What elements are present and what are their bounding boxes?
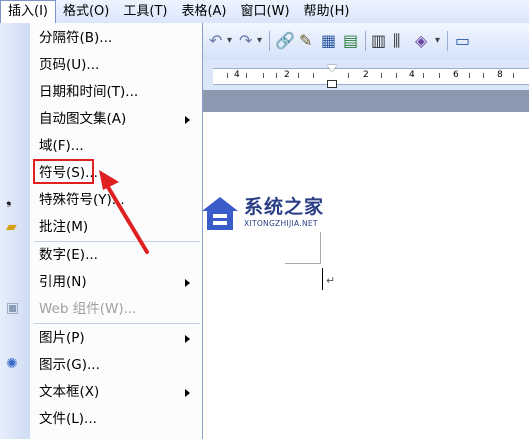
menu-help[interactable]: 帮助(H) bbox=[297, 1, 357, 22]
submenu-arrow-icon bbox=[185, 116, 190, 124]
menu-item-file[interactable]: 文件(L)... bbox=[30, 406, 202, 433]
read-mode-icon[interactable]: ▭ bbox=[455, 30, 470, 52]
menu-table[interactable]: 表格(A) bbox=[174, 1, 233, 22]
menu-item-label: 数字(E)... bbox=[39, 247, 98, 263]
submenu-arrow-icon bbox=[185, 389, 190, 397]
menu-item-label: 图示(G)... bbox=[39, 357, 100, 373]
menu-item-label: 文本框(X) bbox=[39, 384, 100, 400]
menu-item-label: Web 组件(W)... bbox=[39, 301, 137, 317]
first-line-indent-marker[interactable] bbox=[327, 65, 337, 72]
insert-table-icon[interactable]: ▦ bbox=[321, 30, 336, 52]
menu-icon-strip: ❟ ▰ ▣ ✺ bbox=[0, 23, 30, 439]
toolbar-separator bbox=[447, 31, 448, 51]
menu-item-web-component: Web 组件(W)... bbox=[30, 296, 202, 323]
insert-excel-icon[interactable]: ▤ bbox=[343, 30, 358, 52]
menu-item-page-numbers[interactable]: 页码(U)... bbox=[30, 52, 202, 79]
menu-item-label: 日期和时间(T)... bbox=[39, 84, 139, 100]
ruler-label: 4 bbox=[234, 70, 240, 80]
diagram-icon: ✺ bbox=[6, 356, 18, 372]
ruler-tick bbox=[483, 73, 484, 78]
redo-dropdown-icon[interactable]: ▾ bbox=[257, 30, 262, 52]
paragraph-mark: ↵ bbox=[326, 274, 336, 287]
ruler-label: 6 bbox=[453, 70, 459, 80]
menu-item-date-time[interactable]: 日期和时间(T)... bbox=[30, 79, 202, 106]
ruler-tick bbox=[263, 73, 264, 78]
undo-icon[interactable]: ↶ bbox=[209, 30, 222, 52]
menu-bar: 插入(I) 格式(O) 工具(T) 表格(A) 窗口(W) 帮助(H) bbox=[0, 0, 529, 24]
tables-borders-icon[interactable]: ✎ bbox=[299, 30, 312, 52]
menu-item-reference[interactable]: 引用(N) bbox=[30, 269, 202, 296]
web-component-icon: ▣ bbox=[6, 300, 20, 316]
ruler-tick bbox=[396, 73, 397, 78]
menu-separator bbox=[34, 323, 200, 324]
standard-toolbar: ↶ ▾ ↷ ▾ 🔗 ✎ ▦ ▤ ▥ ⫼ ◈ ▾ ▭ bbox=[203, 23, 529, 61]
ruler-tick bbox=[276, 73, 277, 78]
undo-dropdown-icon[interactable]: ▾ bbox=[227, 30, 232, 52]
menu-item-field[interactable]: 域(F)... bbox=[30, 133, 202, 160]
red-arrow-icon bbox=[99, 170, 149, 254]
document-map-icon[interactable]: ◈ bbox=[415, 30, 427, 52]
menu-item-label: 域(F)... bbox=[39, 138, 84, 154]
menu-item-label: 图片(P) bbox=[39, 330, 85, 346]
watermark-subtitle: XITONGZHIJIA.NET bbox=[244, 219, 318, 228]
document-page[interactable] bbox=[203, 112, 529, 439]
document-background bbox=[203, 90, 529, 112]
menu-item-label: 引用(N) bbox=[39, 274, 87, 290]
ruler-tick bbox=[513, 73, 514, 78]
menu-item-label: 符号(S)... bbox=[39, 165, 98, 181]
submenu-arrow-icon bbox=[185, 279, 190, 287]
menu-item-text-box[interactable]: 文本框(X) bbox=[30, 379, 202, 406]
ruler-tick bbox=[298, 73, 299, 78]
ruler-label: 2 bbox=[284, 70, 290, 80]
menu-insert[interactable]: 插入(I) bbox=[0, 0, 56, 23]
menu-tools[interactable]: 工具(T) bbox=[116, 1, 174, 22]
house-logo-icon bbox=[202, 197, 238, 230]
toolbar-separator bbox=[269, 31, 270, 51]
horizontal-ruler[interactable]: 4 2 2 4 6 8 bbox=[213, 65, 529, 88]
menu-window[interactable]: 窗口(W) bbox=[234, 1, 297, 22]
ruler-bar: 4 2 2 4 6 8 bbox=[203, 60, 529, 90]
ruler-tick bbox=[246, 73, 247, 78]
margin-corner-mark bbox=[285, 263, 321, 264]
ruler-tick bbox=[348, 73, 349, 78]
toolbar-options-icon[interactable]: ▾ bbox=[435, 30, 440, 52]
comment-icon: ▰ bbox=[6, 219, 17, 235]
submenu-arrow-icon bbox=[185, 335, 190, 343]
ruler-tick bbox=[469, 73, 470, 78]
watermark-logo: 系统之家 XITONGZHIJIA.NET bbox=[200, 190, 370, 240]
menu-item-diagram[interactable]: 图示(G)... bbox=[30, 352, 202, 379]
columns-icon[interactable]: ▥ bbox=[371, 30, 386, 52]
menu-item-label: 文件(L)... bbox=[39, 411, 97, 427]
left-indent-marker[interactable] bbox=[327, 80, 337, 88]
drawing-icon[interactable]: ⫼ bbox=[393, 30, 400, 52]
ruler-tick bbox=[381, 73, 382, 78]
ruler-tick bbox=[313, 73, 314, 78]
redo-icon[interactable]: ↷ bbox=[239, 30, 252, 52]
menu-item-break[interactable]: 分隔符(B)... bbox=[30, 25, 202, 52]
watermark-title: 系统之家 bbox=[244, 196, 325, 218]
menu-item-label: 批注(M) bbox=[39, 219, 89, 235]
menu-item-label: 页码(U)... bbox=[39, 57, 100, 73]
text-cursor bbox=[322, 268, 323, 290]
ruler-tick bbox=[227, 73, 228, 78]
menu-item-label: 分隔符(B)... bbox=[39, 30, 113, 46]
menu-item-picture[interactable]: 图片(P) bbox=[30, 325, 202, 352]
ruler-label: 2 bbox=[363, 70, 369, 80]
ruler-label: 8 bbox=[497, 70, 503, 80]
menu-format[interactable]: 格式(O) bbox=[56, 1, 116, 22]
ruler-tick bbox=[423, 73, 424, 78]
ruler-tick bbox=[439, 73, 440, 78]
hyperlink-icon[interactable]: 🔗 bbox=[275, 30, 295, 52]
ruler-label: 4 bbox=[409, 70, 415, 80]
menu-item-label: 自动图文集(A) bbox=[39, 111, 127, 127]
menu-item-autotext[interactable]: 自动图文集(A) bbox=[30, 106, 202, 133]
toolbar-separator bbox=[365, 31, 366, 51]
special-symbol-icon: ❟ bbox=[6, 192, 12, 208]
